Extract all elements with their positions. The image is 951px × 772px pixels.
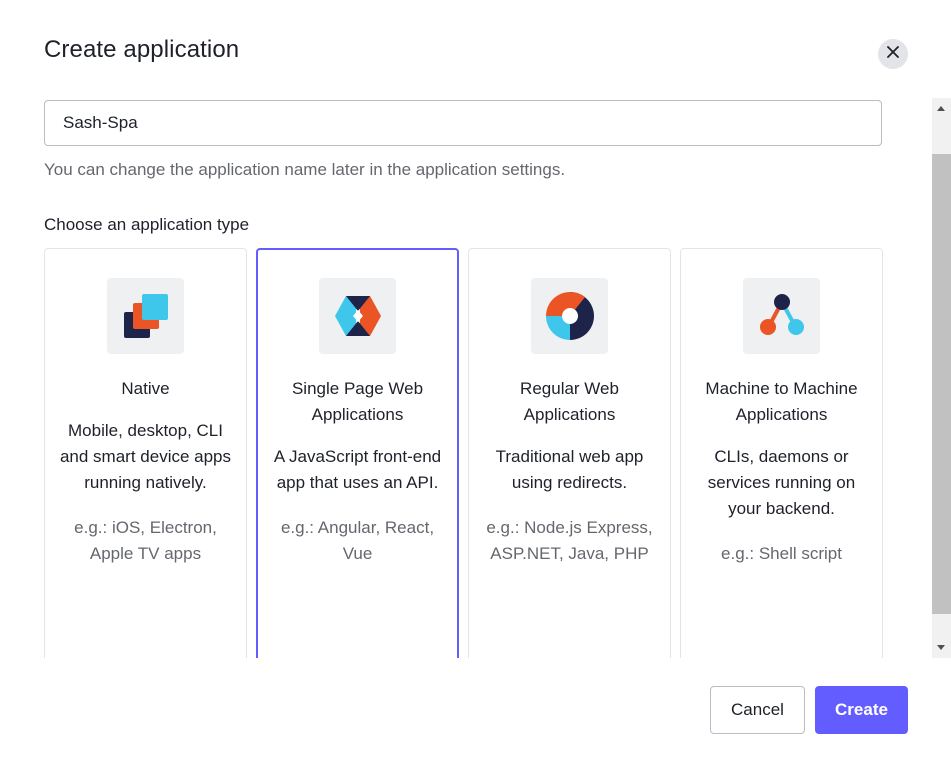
dialog-body: You can change the application name late… xyxy=(0,98,951,658)
application-type-label: Choose an application type xyxy=(44,215,250,234)
app-type-card-m2m[interactable]: Machine to Machine Applications CLIs, da… xyxy=(680,248,883,658)
vertical-scrollbar[interactable] xyxy=(932,98,951,658)
card-examples: e.g.: Node.js Express, ASP.NET, Java, PH… xyxy=(486,518,653,563)
scroll-down-arrow-icon[interactable] xyxy=(937,645,945,650)
card-title: Machine to Machine Applications xyxy=(705,379,858,424)
app-type-card-regular-web[interactable]: Regular Web Applications Traditional web… xyxy=(468,248,671,658)
spa-app-icon xyxy=(319,278,396,354)
create-button[interactable]: Create xyxy=(815,686,908,734)
card-examples: e.g.: Shell script xyxy=(721,544,842,563)
close-button[interactable] xyxy=(878,39,908,69)
native-app-icon xyxy=(107,278,184,354)
application-name-input[interactable] xyxy=(44,100,882,146)
close-icon xyxy=(887,45,899,63)
scroll-up-arrow-icon[interactable] xyxy=(937,106,945,111)
regular-web-app-icon xyxy=(531,278,608,354)
application-name-helper: You can change the application name late… xyxy=(44,160,566,179)
cancel-button[interactable]: Cancel xyxy=(710,686,805,734)
card-title: Native xyxy=(121,379,170,398)
app-type-card-spa[interactable]: Single Page Web Applications A JavaScrip… xyxy=(256,248,459,658)
card-description: Traditional web app using redirects. xyxy=(495,447,644,492)
create-application-dialog: Create application You can change the ap… xyxy=(0,0,951,772)
card-examples: e.g.: iOS, Electron, Apple TV apps xyxy=(74,518,217,563)
m2m-app-icon xyxy=(743,278,820,354)
card-description: Mobile, desktop, CLI and smart device ap… xyxy=(59,421,232,492)
card-title: Single Page Web Applications xyxy=(291,379,424,424)
app-type-card-native[interactable]: Native Mobile, desktop, CLI and smart de… xyxy=(44,248,247,658)
card-title: Regular Web Applications xyxy=(520,379,619,424)
dialog-title: Create application xyxy=(44,36,240,63)
scrollbar-thumb[interactable] xyxy=(932,154,951,614)
card-examples: e.g.: Angular, React, Vue xyxy=(280,518,435,563)
card-description: A JavaScript front-end app that uses an … xyxy=(273,447,442,492)
card-description: CLIs, daemons or services running on you… xyxy=(707,447,856,518)
